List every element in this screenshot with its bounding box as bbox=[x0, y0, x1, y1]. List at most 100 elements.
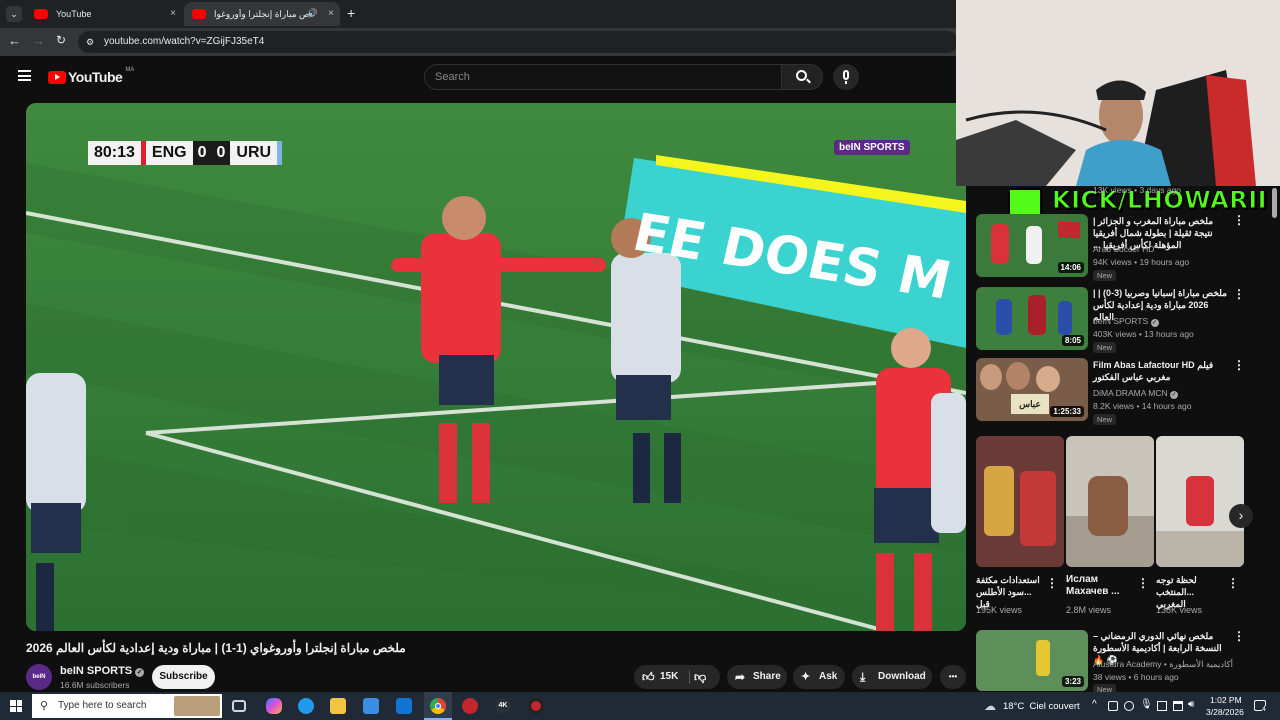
channel-name[interactable]: Arab Soccer HD bbox=[1093, 243, 1154, 255]
download-label: Download bbox=[878, 671, 926, 682]
mic-tray-icon[interactable]: 🎙︎ bbox=[1140, 699, 1153, 710]
reload-icon[interactable]: ↻ bbox=[56, 33, 66, 47]
4k-downloader-icon[interactable]: 4K bbox=[495, 698, 511, 714]
app-icon-red[interactable] bbox=[462, 698, 478, 714]
network-icon[interactable] bbox=[1173, 701, 1183, 711]
dislike-button[interactable]: 👎︎ bbox=[694, 665, 718, 689]
weather-text[interactable]: 18°C Ciel couvert bbox=[1003, 701, 1080, 712]
download-icon: ⤓ bbox=[860, 670, 866, 684]
region-label: MA bbox=[125, 67, 135, 73]
more-actions-button[interactable]: ••• bbox=[940, 665, 966, 689]
outlook-icon[interactable] bbox=[396, 698, 412, 714]
show-hidden-icons-icon[interactable]: ^ bbox=[1092, 699, 1097, 710]
shorts-next-button[interactable]: › bbox=[1229, 504, 1253, 528]
tab-youtube[interactable]: YouTube × bbox=[26, 2, 182, 26]
tab-video[interactable]: ملخص مباراة إنجلترا وأوروغوا 🔊 × bbox=[184, 2, 340, 26]
back-icon[interactable]: ← bbox=[8, 33, 21, 48]
related-video-thumbnail[interactable]: عباس 1:25:33 bbox=[976, 358, 1088, 421]
away-score: 0 bbox=[211, 141, 231, 165]
related-video-title[interactable]: Film Abas Lafactour HD فيلم مغربي عباس ا… bbox=[1093, 359, 1228, 383]
related-video-thumbnail[interactable]: 14:06 bbox=[976, 214, 1088, 277]
task-view-icon[interactable] bbox=[232, 700, 246, 712]
video-player[interactable]: EE DOES M 80:13 ENG 0 0 URU beIN SPORTS bbox=[26, 103, 966, 631]
more-actions-icon[interactable]: ⋮ bbox=[1233, 214, 1245, 226]
subscribe-button[interactable]: Subscribe bbox=[152, 665, 215, 689]
short-thumbnail[interactable] bbox=[1156, 436, 1244, 567]
more-actions-icon[interactable]: ⋮ bbox=[1227, 577, 1239, 589]
thumbs-up-icon: 👍︎ bbox=[642, 670, 655, 684]
home-team: ENG bbox=[145, 141, 193, 165]
windows-start-icon[interactable] bbox=[10, 700, 22, 712]
video-duration: 8:05 bbox=[1061, 335, 1084, 346]
sidebar-partial-meta: 13K views • 3 days ago bbox=[1093, 185, 1182, 195]
audio-playing-icon[interactable]: 🔊 bbox=[307, 8, 318, 19]
clock-date[interactable]: 3/28/2026 bbox=[1206, 707, 1244, 717]
new-tab-button[interactable]: + bbox=[347, 5, 355, 21]
logo-text: YouTube bbox=[68, 69, 123, 85]
forward-icon[interactable]: → bbox=[32, 33, 45, 48]
edge-icon[interactable] bbox=[298, 698, 314, 714]
voice-search-button[interactable] bbox=[833, 64, 859, 90]
store-icon[interactable] bbox=[363, 698, 379, 714]
app-icon-dark[interactable] bbox=[528, 698, 544, 714]
search-input[interactable]: Search bbox=[424, 64, 782, 90]
more-actions-icon[interactable]: ⋮ bbox=[1233, 359, 1245, 371]
thumbs-down-icon: 👎︎ bbox=[694, 670, 707, 684]
short-title[interactable]: Ислам Махачев ... bbox=[1066, 574, 1132, 598]
video-meta: 8.2K views • 14 hours ago bbox=[1093, 401, 1192, 411]
site-info-icon[interactable]: ⚙ bbox=[86, 31, 94, 53]
share-button[interactable]: ➦ Share bbox=[727, 665, 787, 689]
weather-icon[interactable]: ☁ bbox=[984, 699, 996, 713]
volume-icon[interactable]: 🔊︎ bbox=[1188, 699, 1194, 710]
related-video-thumbnail[interactable]: 8:05 bbox=[976, 287, 1088, 350]
like-button[interactable]: 👍︎ 15K bbox=[634, 665, 686, 689]
youtube-play-icon bbox=[48, 70, 66, 84]
channel-avatar[interactable]: beIN bbox=[26, 664, 52, 690]
share-label: Share bbox=[753, 671, 781, 682]
video-duration: 1:25:33 bbox=[1050, 406, 1084, 417]
url-text: youtube.com/watch?v=ZGijFJ35eT4 bbox=[104, 36, 265, 47]
download-button[interactable]: ⤓ Download bbox=[852, 665, 932, 689]
video-duration: 14:06 bbox=[1057, 262, 1084, 273]
like-dislike-group: 👍︎ 15K 👎︎ bbox=[634, 665, 720, 689]
close-tab-icon[interactable]: × bbox=[170, 8, 176, 19]
tray-icon-2[interactable] bbox=[1124, 701, 1134, 711]
short-thumbnail[interactable] bbox=[976, 436, 1064, 567]
tray-icon-3[interactable] bbox=[1157, 701, 1167, 711]
channel-name-text: DiMA DRAMA MCN bbox=[1093, 388, 1168, 398]
channel-name[interactable]: beIN SPORTS ✓ bbox=[60, 665, 145, 677]
more-actions-icon[interactable]: ⋮ bbox=[1137, 577, 1149, 589]
youtube-logo[interactable]: YouTube MA bbox=[48, 67, 135, 85]
more-actions-icon[interactable]: ⋮ bbox=[1233, 288, 1245, 300]
notification-count: 4 bbox=[1262, 706, 1266, 713]
channel-name-text: beIN SPORTS bbox=[1093, 316, 1149, 326]
more-actions-icon[interactable]: ⋮ bbox=[1233, 630, 1245, 642]
ask-button[interactable]: ✦ Ask bbox=[793, 665, 845, 689]
more-actions-icon[interactable]: ⋮ bbox=[1046, 577, 1058, 589]
tab-list-button[interactable]: ⌄ bbox=[6, 6, 22, 22]
menu-icon[interactable] bbox=[18, 70, 31, 81]
copilot-icon[interactable] bbox=[266, 698, 282, 714]
address-bar[interactable]: ⚙ youtube.com/watch?v=ZGijFJ35eT4 bbox=[78, 31, 958, 53]
chrome-icon[interactable] bbox=[424, 692, 452, 720]
verified-icon: ✓ bbox=[1150, 319, 1159, 327]
tray-icon-1[interactable] bbox=[1108, 701, 1118, 711]
video-meta: 94K views • 19 hours ago bbox=[1093, 257, 1190, 267]
related-video-thumbnail[interactable]: 3:23 bbox=[976, 630, 1088, 691]
short-views: 138K views bbox=[1156, 605, 1203, 615]
clock-time[interactable]: 1:02 PM bbox=[1210, 695, 1242, 705]
short-thumbnail[interactable] bbox=[1066, 436, 1154, 567]
search-button[interactable] bbox=[781, 64, 823, 90]
taskbar-search-input[interactable]: ⚲ Type here to search bbox=[32, 694, 222, 718]
close-tab-icon[interactable]: × bbox=[328, 8, 334, 19]
channel-name[interactable]: DiMA DRAMA MCN ✓ bbox=[1093, 387, 1178, 399]
file-explorer-icon[interactable] bbox=[330, 698, 346, 714]
channel-name[interactable]: Alustura Academy • أكاديمية الأسطورة bbox=[1093, 658, 1233, 670]
tab-label: ملخص مباراة إنجلترا وأوروغوا bbox=[214, 8, 314, 19]
channel-name-text: beIN SPORTS bbox=[60, 665, 133, 677]
like-count: 15K bbox=[660, 671, 679, 682]
channel-name[interactable]: beIN SPORTS ✓ bbox=[1093, 315, 1159, 327]
video-duration: 3:23 bbox=[1061, 676, 1084, 687]
new-badge: New bbox=[1093, 270, 1117, 281]
sidebar-scrollbar[interactable] bbox=[1272, 188, 1277, 218]
